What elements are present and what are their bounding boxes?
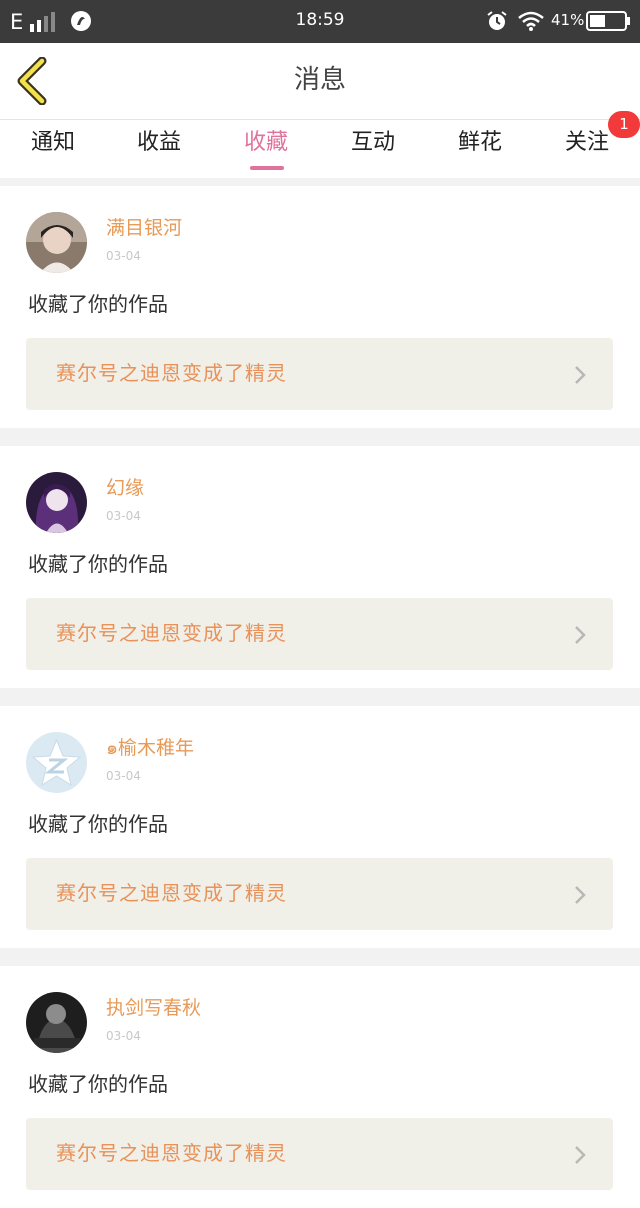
wifi-icon (518, 11, 544, 31)
work-link[interactable]: 赛尔号之迪恩变成了精灵 (26, 338, 613, 410)
back-button[interactable] (14, 56, 50, 106)
work-title: 赛尔号之迪恩变成了精灵 (56, 621, 287, 645)
username[interactable]: 满目银河 (106, 216, 182, 240)
message-action: 收藏了你的作品 (28, 552, 168, 576)
message-card: 幻缘 03-04 收藏了你的作品 赛尔号之迪恩变成了精灵 (0, 446, 640, 688)
tab-label: 鲜花 (457, 130, 502, 155)
avatar[interactable] (26, 992, 87, 1053)
tab-earnings[interactable]: 收益 (106, 120, 212, 178)
battery-percent: 41% (551, 11, 585, 29)
work-title: 赛尔号之迪恩变成了精灵 (56, 1141, 287, 1165)
work-link[interactable]: 赛尔号之迪恩变成了精灵 (26, 598, 613, 670)
message-action: 收藏了你的作品 (28, 812, 168, 836)
message-card: 满目银河 03-04 收藏了你的作品 赛尔号之迪恩变成了精灵 (0, 186, 640, 428)
work-link[interactable]: 赛尔号之迪恩变成了精灵 (26, 1118, 613, 1190)
status-bar: E 18:59 41% (0, 0, 640, 43)
page-title: 消息 (293, 65, 346, 95)
tab-flowers[interactable]: 鲜花 (427, 120, 533, 178)
header-bar: 消息 (0, 43, 640, 120)
message-card: ๑榆木稚年 03-04 收藏了你的作品 赛尔号之迪恩变成了精灵 (0, 706, 640, 948)
tab-favorites[interactable]: 收藏 (213, 120, 319, 178)
chevron-right-icon (575, 366, 586, 384)
username[interactable]: 幻缘 (106, 476, 144, 500)
chevron-right-icon (575, 626, 586, 644)
tab-label: 收益 (136, 130, 181, 155)
tab-interactions[interactable]: 互动 (320, 120, 426, 178)
active-tab-indicator (250, 166, 284, 170)
chevron-left-icon (17, 56, 47, 106)
message-date: 03-04 (106, 1029, 141, 1043)
work-title: 赛尔号之迪恩变成了精灵 (56, 361, 287, 385)
username[interactable]: ๑榆木稚年 (106, 736, 194, 760)
tab-bar: 通知 收益 收藏 互动 鲜花 关注 (0, 120, 640, 178)
work-link[interactable]: 赛尔号之迪恩变成了精灵 (26, 858, 613, 930)
battery-icon (586, 11, 630, 31)
tab-label: 关注 (564, 130, 609, 155)
message-date: 03-04 (106, 249, 141, 263)
username[interactable]: 执剑写春秋 (106, 996, 201, 1020)
tab-notifications[interactable]: 通知 (0, 120, 106, 178)
alarm-icon (487, 11, 507, 30)
message-action: 收藏了你的作品 (28, 1072, 168, 1096)
message-action: 收藏了你的作品 (28, 292, 168, 316)
message-date: 03-04 (106, 509, 141, 523)
message-card: 执剑写春秋 03-04 收藏了你的作品 赛尔号之迪恩变成了精灵 (0, 966, 640, 1208)
follows-unread-badge: 1 (608, 111, 640, 138)
tab-label: 互动 (350, 130, 395, 155)
work-title: 赛尔号之迪恩变成了精灵 (56, 881, 287, 905)
message-date: 03-04 (106, 769, 141, 783)
chevron-right-icon (575, 1146, 586, 1164)
avatar[interactable] (26, 732, 87, 793)
avatar[interactable] (26, 472, 87, 533)
chevron-right-icon (575, 886, 586, 904)
avatar[interactable] (26, 212, 87, 273)
tab-label: 收藏 (243, 130, 288, 155)
tab-label: 通知 (30, 130, 75, 155)
